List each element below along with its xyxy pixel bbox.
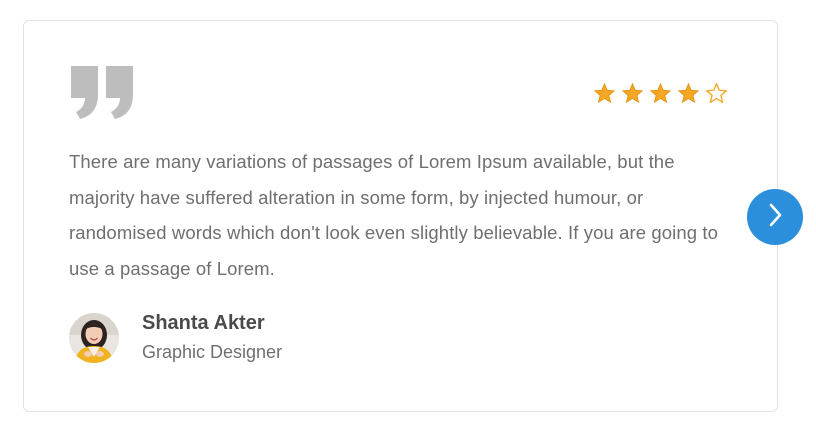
chevron-right-icon (765, 202, 785, 233)
star-filled-icon (649, 82, 672, 104)
author-meta: Shanta Akter Graphic Designer (142, 310, 282, 365)
author: Shanta Akter Graphic Designer (69, 310, 282, 365)
quote-icon (68, 66, 136, 120)
next-button[interactable] (747, 189, 803, 245)
testimonial-slider: There are many variations of passages of… (0, 0, 816, 433)
star-filled-icon (621, 82, 644, 104)
star-rating (593, 82, 728, 105)
star-filled-icon (593, 82, 616, 104)
author-role: Graphic Designer (142, 342, 283, 362)
star-filled-icon (677, 82, 700, 104)
author-name: Shanta Akter (142, 312, 265, 334)
testimonial-text: There are many variations of passages of… (69, 151, 719, 279)
star-empty-icon (706, 83, 727, 103)
avatar (69, 312, 119, 363)
